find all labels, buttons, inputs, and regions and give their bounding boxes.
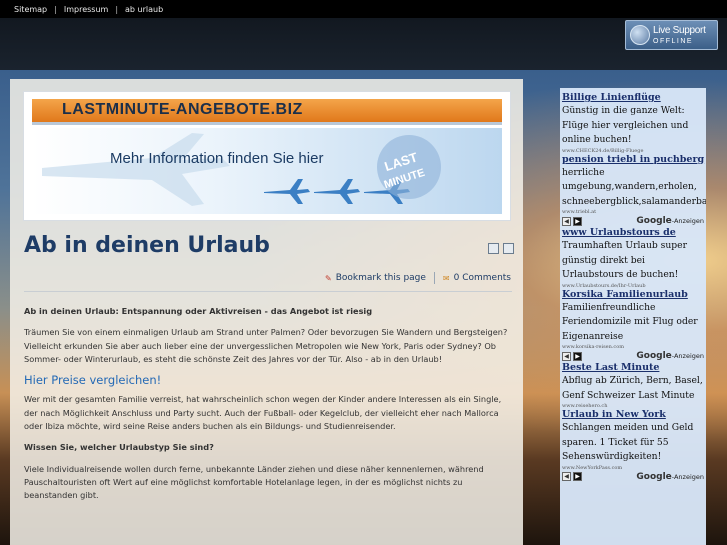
nav-separator: | [115,4,119,14]
ad-item[interactable]: Korsika Familienurlaub Familienfreundlic… [560,289,706,351]
nav-link-sitemap[interactable]: Sitemap [14,5,47,14]
live-support-icon [630,25,650,45]
banner-body: Mehr Information finden Sie hier LAST MI… [32,128,502,214]
email-icon[interactable] [503,243,514,254]
google-ads-link[interactable]: Google-Anzeigen [636,472,704,482]
ad-item[interactable]: Beste Last Minute Abflug ab Zürich, Bern… [560,362,706,409]
ad-title-link[interactable]: Billige Linienflüge [560,92,706,104]
article-subheading-link[interactable]: Hier Preise vergleichen! [24,373,512,387]
article-title-row: Ab in deinen Urlaub [24,233,514,267]
article-actions: ✎ Bookmark this page ✉ 0 Comments [325,272,511,284]
next-ad-icon[interactable]: ▶ [573,351,582,361]
banner-tagline: Mehr Information finden Sie hier [110,150,324,167]
bookmark-link[interactable]: Bookmark this page [336,273,426,283]
main-content-panel: LASTMINUTE-ANGEBOTE.BIZ Mehr Information… [10,79,523,545]
ad-item[interactable]: Billige Linienflüge Günstig in die ganze… [560,92,706,154]
article-body: Ab in deinen Urlaub: Entspannung oder Ak… [24,305,512,511]
ad-footer-bar: ◀ ▶ Google-Anzeigen [560,215,706,227]
ad-url[interactable]: www.NewYorkPass.com [560,465,706,471]
nav-link-impressum[interactable]: Impressum [64,5,108,14]
ad-text: Familienfreundliche Feriendomizile mit F… [562,301,698,342]
google-ads-sidebar: Billige Linienflüge Günstig in die ganze… [560,88,706,545]
nav-link-ab-urlaub[interactable]: ab urlaub [125,5,163,14]
google-ads-link[interactable]: Google-Anzeigen [636,351,704,361]
ad-footer-bar: ◀ ▶ Google-Anzeigen [560,350,706,362]
article-paragraph: Träumen Sie von einem einmaligen Urlaub … [24,327,508,364]
airplane-silhouette-icon [42,133,230,206]
comments-link[interactable]: 0 Comments [454,273,511,283]
ad-title-link[interactable]: Korsika Familienurlaub [560,289,706,301]
prev-ad-icon[interactable]: ◀ [562,472,571,481]
site-banner[interactable]: LASTMINUTE-ANGEBOTE.BIZ Mehr Information… [23,91,511,221]
ad-item[interactable]: www Urlaubstours de Traumhaften Urlaub s… [560,227,706,289]
ad-text: Abflug ab Zürich, Bern, Basel, Genf Schw… [562,375,703,401]
ad-footer-bar: ◀ ▶ Google-Anzeigen [560,471,706,483]
ad-text: herrliche umgebung,wandern,erholen, schn… [562,166,706,207]
article-paragraph: Wer mit der gesamten Familie verreist, h… [24,394,502,432]
ad-title-link[interactable]: pension triebl in puchberg [560,154,706,166]
last-minute-badge-icon: LAST MINUTE [377,135,441,199]
ad-title-link[interactable]: Beste Last Minute [560,362,706,374]
prev-ad-icon[interactable]: ◀ [562,216,571,226]
banner-site-name: LASTMINUTE-ANGEBOTE.BIZ [62,101,303,118]
next-ad-icon[interactable]: ▶ [573,472,582,481]
nav-separator: | [54,4,57,14]
comment-icon: ✉ [442,273,450,283]
ad-item[interactable]: Urlaub in New York Schlangen meiden und … [560,409,706,471]
banner-header-strip: LASTMINUTE-ANGEBOTE.BIZ [32,99,502,125]
live-support-status: OFFLINE [653,37,694,45]
print-icon[interactable] [488,243,499,254]
ad-text: Schlangen meiden und Geld sparen. 1 Tick… [562,422,694,462]
ad-text: Günstig in die ganze Welt: Flüge hier ve… [562,105,689,145]
site-header: Live Support OFFLINE [0,18,727,70]
google-ads-link[interactable]: Google-Anzeigen [636,216,704,226]
article-question: Wissen Sie, welcher Urlaubstyp Sie sind? [24,442,214,453]
bookmark-icon: ✎ [325,273,332,283]
ad-title-link[interactable]: www Urlaubstours de [560,227,706,239]
ad-text: Traumhaften Urlaub super günstig direkt … [562,240,688,280]
live-support-button[interactable]: Live Support OFFLINE [625,20,718,50]
top-navigation: Sitemap | Impressum | ab urlaub [0,0,727,18]
live-support-label: Live Support [653,24,706,36]
divider [433,272,435,284]
divider [24,291,512,292]
ad-item[interactable]: pension triebl in puchberg herrliche umg… [560,154,706,216]
ad-url[interactable]: www.triebl.at [560,209,706,215]
next-ad-icon[interactable]: ▶ [573,216,582,226]
prev-ad-icon[interactable]: ◀ [562,351,571,361]
page-title: Ab in deinen Urlaub [24,233,270,258]
ad-url[interactable]: www.korsika-reisen.com [560,344,706,350]
article-paragraph: Viele Individualreisende wollen durch fe… [24,463,484,501]
ad-title-link[interactable]: Urlaub in New York [560,409,706,421]
article-lead: Ab in deinen Urlaub: Entspannung oder Ak… [24,306,373,316]
